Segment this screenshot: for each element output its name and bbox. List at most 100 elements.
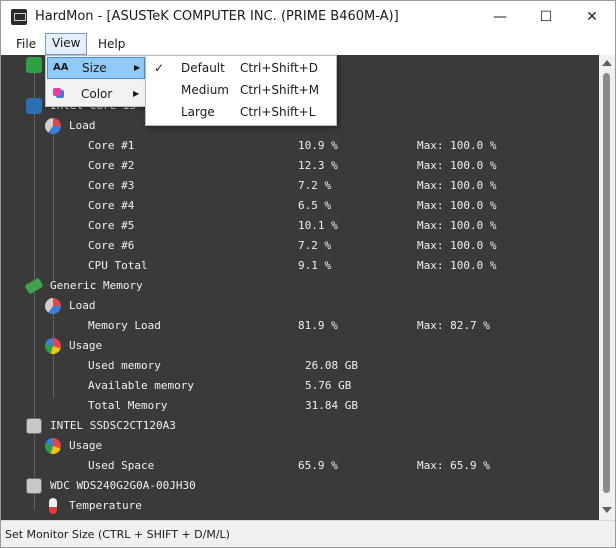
sensor-row[interactable]: CPU Total 9.1 % Max: 100.0 % — [1, 256, 599, 276]
sensor-value: 10.1 % — [298, 219, 338, 232]
hardware-name: WDC WDS240G2G0A-00JH30 — [50, 479, 196, 492]
group-label: Usage — [69, 439, 103, 452]
sensor-value: 9.1 % — [298, 259, 332, 272]
menu-item-size[interactable]: AA Size ▶ — [47, 57, 145, 79]
thermometer-icon — [49, 498, 57, 514]
sensor-row[interactable]: Core #2 12.3 % Max: 100.0 % — [1, 156, 599, 176]
menu-view[interactable]: View — [45, 33, 88, 55]
menu-item-color[interactable]: Color ▶ — [47, 83, 145, 105]
menu-bar: File View Help — [1, 33, 615, 55]
sensor-row[interactable]: Core #6 7.2 % Max: 100.0 % — [1, 236, 599, 256]
menu-item-label: Default — [181, 61, 225, 75]
scroll-down-arrow-icon[interactable] — [602, 507, 612, 513]
menu-item-medium[interactable]: Medium Ctrl+Shift+M — [148, 79, 334, 101]
menu-item-shortcut: Ctrl+Shift+D — [240, 61, 318, 75]
sensor-row[interactable]: Core #1 10.9 % Max: 100.0 % — [1, 136, 599, 156]
tree-row[interactable]: Temperature — [1, 496, 599, 516]
load-icon — [45, 118, 61, 134]
disk-icon — [26, 478, 42, 494]
scroll-up-arrow-icon[interactable] — [602, 60, 612, 66]
menu-item-label: Color — [81, 87, 113, 101]
status-text: Set Monitor Size (CTRL + SHIFT + D/M/L) — [5, 528, 230, 541]
checkmark-icon: ✓ — [154, 61, 165, 75]
maximize-button[interactable]: ☐ — [523, 1, 569, 33]
sensor-label: Core #3 — [88, 179, 135, 192]
group-label: Load — [69, 299, 96, 312]
menu-item-large[interactable]: Large Ctrl+Shift+L — [148, 101, 334, 123]
sensor-row[interactable]: Available memory 5.76 GB — [1, 376, 599, 396]
sensor-row[interactable]: Used memory 26.08 GB — [1, 356, 599, 376]
disk-icon — [26, 418, 42, 434]
status-bar: Set Monitor Size (CTRL + SHIFT + D/M/L) — [1, 520, 615, 547]
text-size-icon: AA — [53, 62, 69, 73]
sensor-value: 65.9 % — [298, 459, 338, 472]
sensor-label: Memory Load — [88, 319, 161, 332]
sensor-max: Max: 100.0 % — [417, 139, 497, 152]
sensor-value: 31.84 GB — [305, 399, 358, 412]
sensor-label: Core #6 — [88, 239, 135, 252]
menu-item-label: Large — [181, 105, 215, 119]
group-label: Temperature — [69, 499, 142, 512]
cpu-icon — [26, 98, 42, 114]
sensor-value: 6.5 % — [298, 199, 332, 212]
scroll-thumb[interactable] — [603, 73, 610, 493]
menu-item-shortcut: Ctrl+Shift+M — [240, 83, 320, 97]
menu-item-label: Medium — [181, 83, 229, 97]
sensor-row[interactable]: Core #5 10.1 % Max: 100.0 % — [1, 216, 599, 236]
tree-row[interactable]: Usage — [1, 336, 599, 356]
sensor-row[interactable]: Memory Load 81.9 % Max: 82.7 % — [1, 316, 599, 336]
sensor-row[interactable]: Core #4 6.5 % Max: 100.0 % — [1, 196, 599, 216]
hardware-name: Generic Memory — [50, 279, 143, 292]
sensor-label: Available memory — [88, 379, 194, 392]
sensor-label: CPU Total — [88, 259, 148, 272]
close-button[interactable]: ✕ — [569, 1, 615, 33]
sensor-value: 7.2 % — [298, 179, 332, 192]
minimize-button[interactable]: — — [477, 1, 523, 33]
menu-help[interactable]: Help — [92, 34, 131, 54]
usage-icon — [45, 338, 61, 354]
submenu-arrow-icon: ▶ — [133, 89, 140, 98]
size-submenu: ✓ Default Ctrl+Shift+D Medium Ctrl+Shift… — [145, 55, 337, 126]
sensor-label: Core #2 — [88, 159, 135, 172]
sensor-row[interactable]: Total Memory 31.84 GB — [1, 396, 599, 416]
sensor-label: Total Memory — [88, 399, 168, 412]
hardware-name: INTEL SSDSC2CT120A3 — [50, 419, 176, 432]
motherboard-icon — [26, 57, 42, 73]
sensor-max: Max: 100.0 % — [417, 219, 497, 232]
submenu-arrow-icon: ▶ — [134, 63, 141, 72]
sensor-value: 12.3 % — [298, 159, 338, 172]
sensor-max: Max: 82.7 % — [417, 319, 490, 332]
sensor-label: Used Space — [88, 459, 155, 472]
tree-row[interactable]: INTEL SSDSC2CT120A3 — [1, 416, 599, 436]
sensor-max: Max: 100.0 % — [417, 239, 497, 252]
sensor-label: Core #1 — [88, 139, 135, 152]
sensor-value: 10.9 % — [298, 139, 338, 152]
group-label: Usage — [69, 339, 103, 352]
sensor-row[interactable]: Core #3 7.2 % Max: 100.0 % — [1, 176, 599, 196]
sensor-max: Max: 100.0 % — [417, 159, 497, 172]
tree-row[interactable]: Load — [1, 296, 599, 316]
usage-icon — [45, 438, 61, 454]
vertical-scrollbar[interactable] — [599, 55, 615, 520]
sensor-label: Core #4 — [88, 199, 135, 212]
tree-row[interactable]: Generic Memory — [1, 276, 599, 296]
tree-row[interactable]: Usage — [1, 436, 599, 456]
view-menu-dropdown: AA Size ▶ Color ▶ — [45, 55, 147, 107]
menu-item-shortcut: Ctrl+Shift+L — [240, 105, 316, 119]
window-title: HardMon - [ASUSTeK COMPUTER INC. (PRIME … — [35, 9, 399, 24]
memory-icon — [24, 277, 44, 295]
menu-file[interactable]: File — [10, 34, 42, 54]
group-label: Load — [69, 119, 96, 132]
title-bar: HardMon - [ASUSTeK COMPUTER INC. (PRIME … — [1, 1, 615, 33]
sensor-value: 26.08 GB — [305, 359, 358, 372]
menu-item-default[interactable]: ✓ Default Ctrl+Shift+D — [148, 57, 334, 79]
tree-row[interactable]: WDC WDS240G2G0A-00JH30 — [1, 476, 599, 496]
menu-item-label: Size — [82, 61, 107, 75]
sensor-row[interactable]: Used Space 65.9 % Max: 65.9 % — [1, 456, 599, 476]
sensor-max: Max: 100.0 % — [417, 179, 497, 192]
sensor-max: Max: 100.0 % — [417, 199, 497, 212]
sensor-value: 81.9 % — [298, 319, 338, 332]
sensor-value: 5.76 GB — [305, 379, 352, 392]
load-icon — [45, 298, 61, 314]
color-palette-icon — [53, 88, 61, 96]
